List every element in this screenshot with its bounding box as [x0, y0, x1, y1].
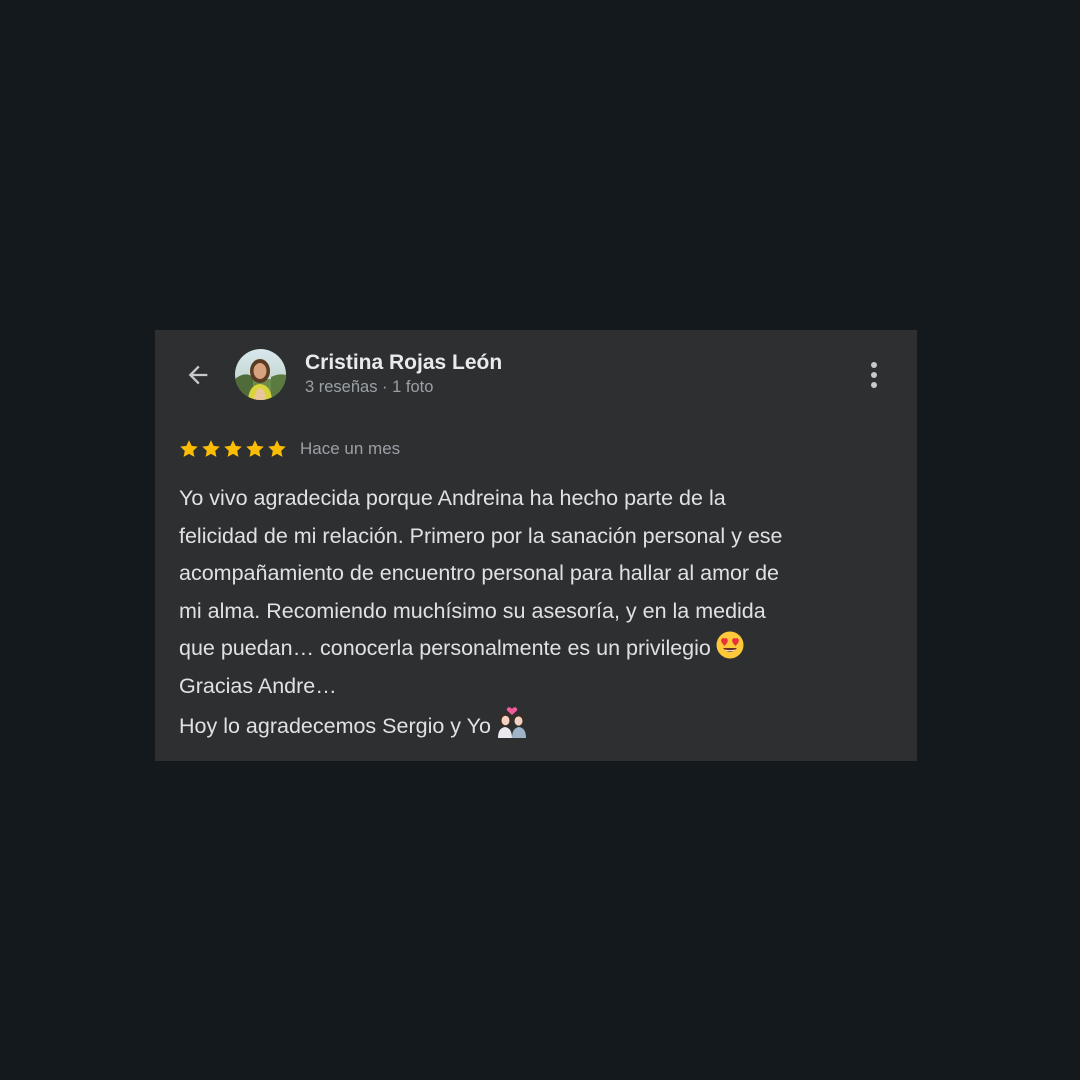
reviewer-name[interactable]: Cristina Rojas León: [305, 351, 502, 375]
review-text: Yo vivo agradecida porque Andreina ha he…: [179, 480, 904, 745]
review-line: Gracias Andre…: [179, 673, 337, 698]
review-line-with-emoji: Hoy lo agradecemos Sergio y Yo: [179, 706, 904, 746]
star-icon: [180, 440, 198, 457]
star-icon: [224, 440, 242, 457]
star-icon: [202, 440, 220, 457]
arrow-left-icon: [188, 365, 208, 385]
review-card: Cristina Rojas León 3 reseñas · 1 foto H…: [155, 330, 917, 761]
review-line: mi alma. Recomiendo muchísimo su asesorí…: [179, 598, 766, 623]
review-line-with-emoji: que puedan… conocerla personalmente es u…: [179, 630, 904, 668]
avatar[interactable]: [235, 349, 286, 400]
couple-with-heart-emoji: [497, 706, 526, 738]
star-icon: [246, 440, 264, 457]
star-icon: [268, 440, 286, 457]
review-line: felicidad de mi relación. Primero por la…: [179, 523, 783, 548]
more-vertical-icon: [871, 362, 877, 388]
review-line-text: que puedan… conocerla personalmente es u…: [179, 636, 711, 661]
rating-row: Hace un mes: [178, 436, 400, 462]
back-button[interactable]: [179, 356, 217, 394]
star-rating: [178, 438, 288, 460]
review-line-text: Hoy lo agradecemos Sergio y Yo: [179, 713, 491, 738]
review-line: acompañamiento de encuentro personal par…: [179, 561, 779, 586]
more-options-button[interactable]: [855, 356, 893, 394]
review-date: Hace un mes: [300, 439, 401, 458]
reviewer-meta: 3 reseñas · 1 foto: [305, 378, 434, 396]
heart-eyes-emoji: [716, 631, 744, 659]
review-line: Yo vivo agradecida porque Andreina ha he…: [179, 486, 726, 510]
